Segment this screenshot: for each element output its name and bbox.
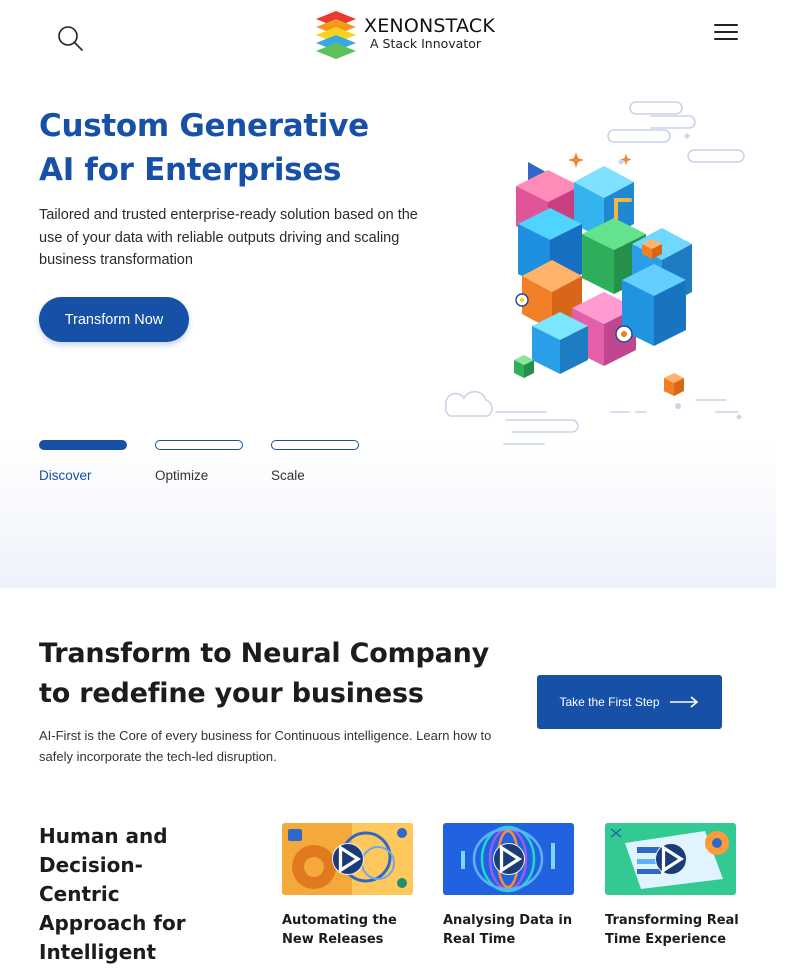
video-card-title-line1: Transforming Real bbox=[605, 913, 739, 928]
take-first-step-label: Take the First Step bbox=[559, 695, 660, 709]
video-thumbnail bbox=[282, 823, 413, 895]
video-card-analysing[interactable]: Analysing Data in Real Time bbox=[443, 823, 577, 949]
tab-discover-indicator bbox=[39, 440, 127, 450]
hero-subtitle: Tailored and trusted enterprise-ready so… bbox=[39, 207, 418, 268]
video-thumbnail bbox=[605, 823, 736, 895]
tab-discover-label: Discover bbox=[39, 468, 92, 483]
play-icon[interactable] bbox=[332, 843, 364, 875]
video-card-title: Analysing Data in Real Time bbox=[443, 911, 577, 949]
tab-scale-label: Scale bbox=[271, 468, 305, 483]
neural-heading-line2: to redefine your business bbox=[39, 678, 424, 709]
tab-scale[interactable]: Scale bbox=[271, 440, 361, 490]
hamburger-menu-icon[interactable] bbox=[714, 24, 738, 44]
tab-optimize-indicator bbox=[155, 440, 243, 450]
hero-section: Custom Generative AI for Enterprises Tai… bbox=[0, 70, 776, 588]
arrow-right-icon bbox=[669, 696, 698, 708]
isometric-ai-cubes-illustration bbox=[444, 101, 745, 445]
play-icon[interactable] bbox=[493, 843, 525, 875]
neural-company-text: AI-First is the Core of every business f… bbox=[39, 728, 492, 764]
tab-optimize[interactable]: Optimize bbox=[155, 440, 245, 490]
logo-tagline: A Stack Innovator bbox=[370, 36, 482, 52]
hero-tabs: Discover Optimize Scale bbox=[39, 440, 399, 490]
video-card-title: Transforming Real Time Experience bbox=[605, 911, 739, 949]
video-card-transforming[interactable]: Transforming Real Time Experience bbox=[605, 823, 739, 949]
search-icon[interactable] bbox=[56, 24, 86, 54]
play-icon[interactable] bbox=[655, 843, 687, 875]
approach-heading-line2: Decision- bbox=[39, 853, 143, 877]
neural-company-heading: Transform to Neural Company to redefine … bbox=[39, 634, 509, 714]
approach-heading-line5: Intelligent bbox=[39, 940, 157, 964]
logo-stack-icon bbox=[316, 11, 356, 59]
tab-discover[interactable]: Discover bbox=[39, 440, 129, 490]
video-card-title-line2: Real Time bbox=[443, 932, 516, 947]
video-card-title-line2: Time Experience bbox=[605, 932, 727, 947]
video-card-title-line1: Automating the bbox=[282, 913, 397, 928]
neural-heading-line1: Transform to Neural Company bbox=[39, 638, 490, 669]
site-header: XENONSTACK A Stack Innovator bbox=[0, 0, 792, 70]
hero-title: Custom Generative AI for Enterprises bbox=[39, 104, 439, 192]
logo-title: XENONSTACK bbox=[364, 15, 495, 38]
video-card-title-line2: New Releases bbox=[282, 932, 384, 947]
approach-heading-line3: Centric bbox=[39, 882, 120, 906]
hero-title-line2: AI for Enterprises bbox=[39, 152, 342, 188]
hero-title-line1: Custom Generative bbox=[39, 108, 369, 144]
approach-heading-line4: Approach for bbox=[39, 911, 186, 935]
site-logo[interactable]: XENONSTACK A Stack Innovator bbox=[312, 8, 495, 60]
approach-heading-line1: Human and bbox=[39, 824, 168, 848]
video-thumbnail bbox=[443, 823, 574, 895]
video-card-title-line1: Analysing Data in bbox=[443, 913, 573, 928]
transform-now-button[interactable]: Transform Now bbox=[39, 297, 189, 342]
take-first-step-button[interactable]: Take the First Step bbox=[537, 675, 722, 729]
video-card-automating[interactable]: Automating the New Releases bbox=[282, 823, 416, 949]
video-card-title: Automating the New Releases bbox=[282, 911, 416, 949]
tab-scale-indicator bbox=[271, 440, 359, 450]
approach-heading: Human and Decision- Centric Approach for… bbox=[39, 822, 209, 967]
tab-optimize-label: Optimize bbox=[155, 468, 209, 483]
